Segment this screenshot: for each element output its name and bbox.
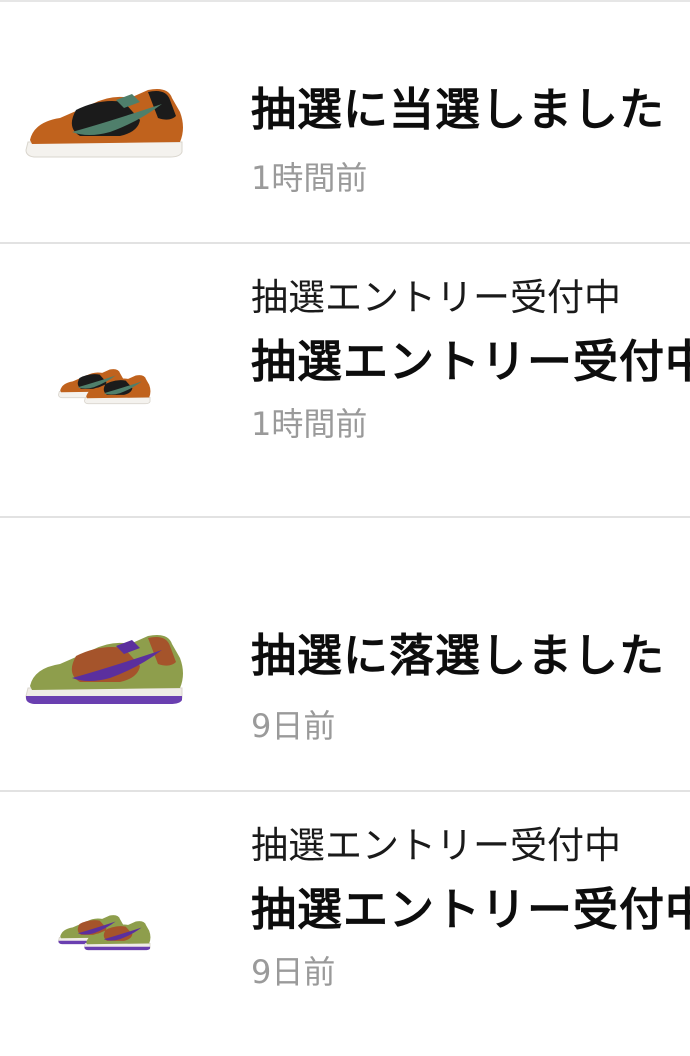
sneaker-pair-icon xyxy=(20,332,190,432)
sneaker-pair-thumbnail xyxy=(58,915,151,951)
notification-title: 抽選に落選しました xyxy=(251,629,666,682)
notification-time: 9日前 xyxy=(251,953,336,991)
notification-item-entry-open[interactable]: 抽選エントリー受付中 抽選エントリー受付中 9日前 xyxy=(0,792,690,1056)
notification-subtitle: 抽選エントリー受付中 xyxy=(251,824,621,867)
notification-item-lost[interactable]: 抽選に落選しました 9日前 xyxy=(0,518,690,792)
notification-time: 9日前 xyxy=(251,707,336,745)
notification-time: 1時間前 xyxy=(251,159,368,197)
sneaker-single-icon xyxy=(20,618,190,718)
notification-subtitle: 抽選エントリー受付中 xyxy=(251,276,621,319)
notification-title: 抽選エントリー受付中 xyxy=(251,335,690,388)
sneaker-pair-thumbnail xyxy=(58,369,151,405)
sneaker-thumbnail xyxy=(25,89,183,158)
notification-title: 抽選エントリー受付中 xyxy=(251,883,690,936)
sneaker-thumbnail xyxy=(25,635,183,704)
notification-item-won[interactable]: 抽選に当選しました 1時間前 xyxy=(0,2,690,244)
notification-time: 1時間前 xyxy=(251,405,368,443)
notification-item-entry-open[interactable]: 抽選エントリー受付中 抽選エントリー受付中 1時間前 xyxy=(0,244,690,518)
sneaker-pair-icon xyxy=(20,878,190,978)
notification-title: 抽選に当選しました xyxy=(251,83,666,136)
sneaker-single-icon xyxy=(20,72,190,172)
